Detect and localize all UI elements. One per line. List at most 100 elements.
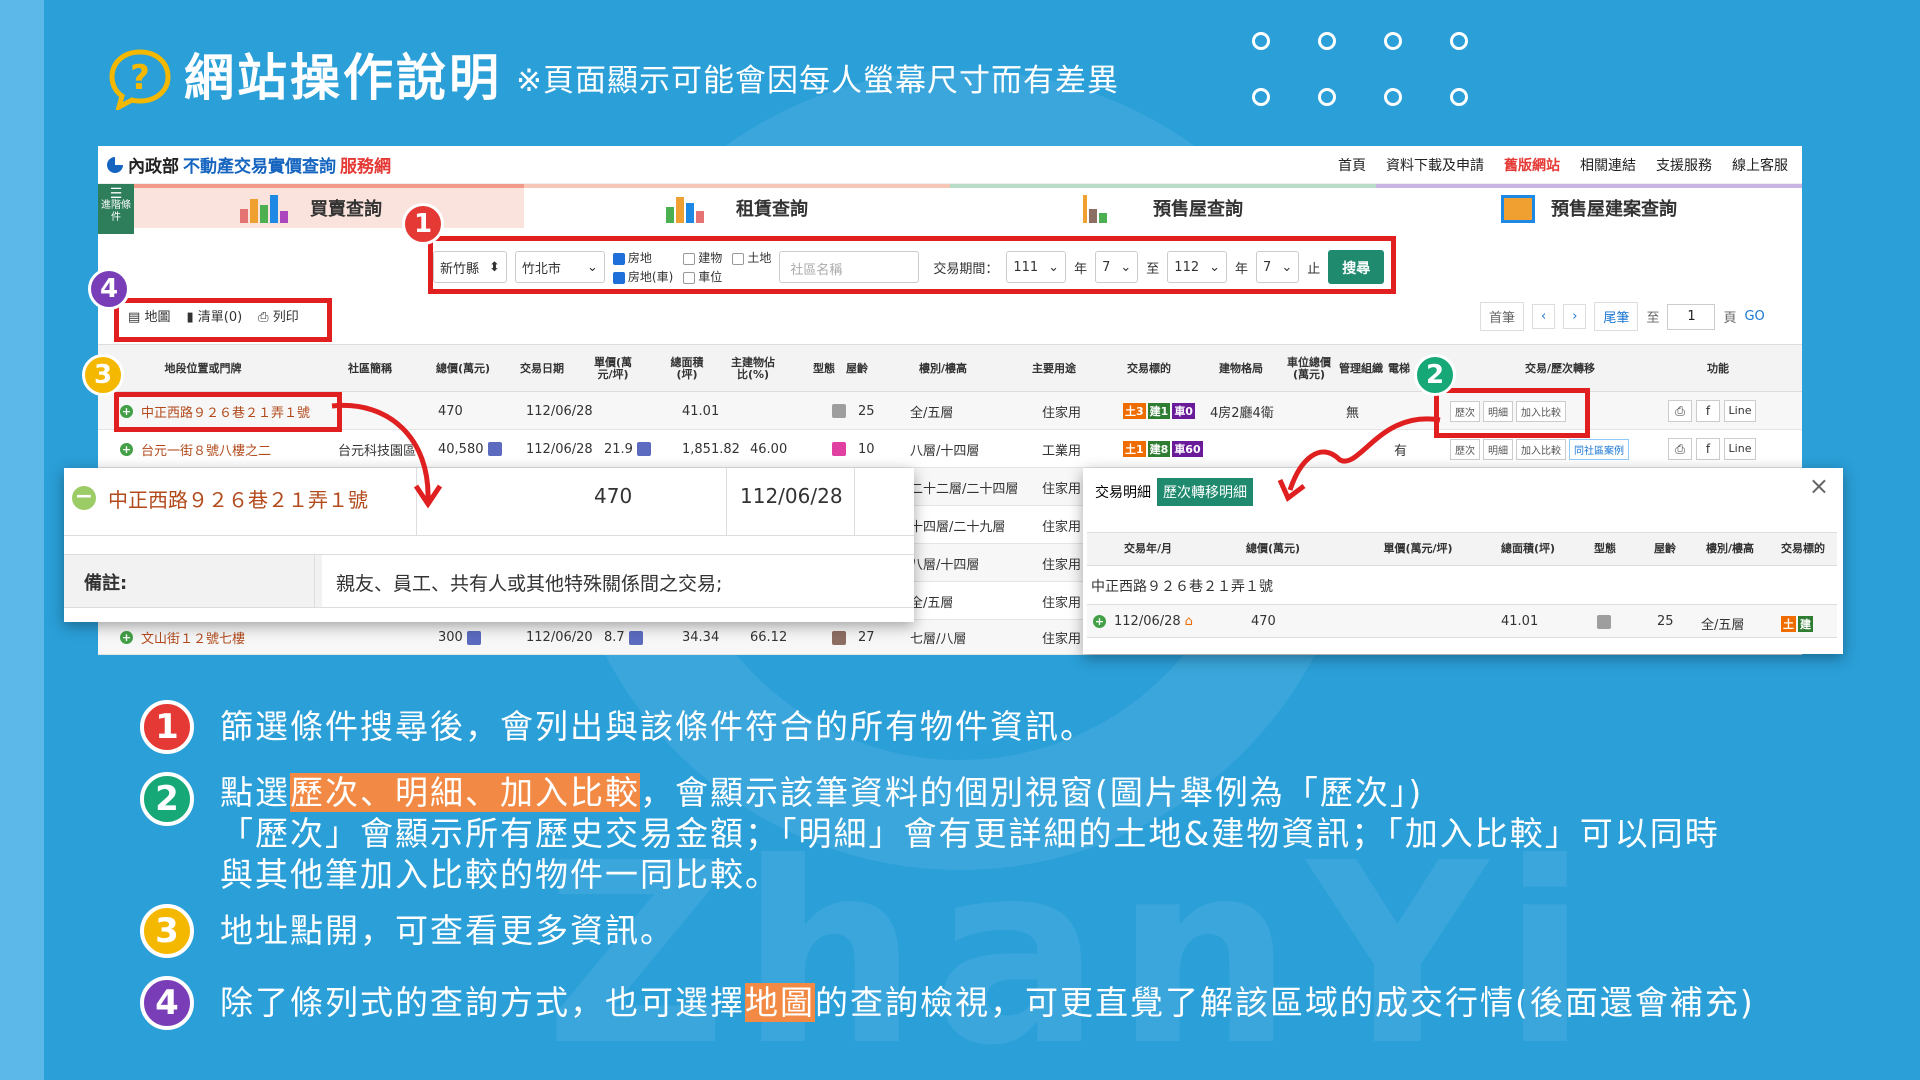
- tab-rent[interactable]: 租賃查詢: [524, 184, 950, 228]
- nav-home[interactable]: 首頁: [1338, 155, 1366, 175]
- print-icon[interactable]: ⎙: [1668, 400, 1692, 422]
- address-cell[interactable]: + 台元一街８號八樓之二: [120, 430, 271, 468]
- left-stripe: [0, 0, 44, 1080]
- detail-icon: [487, 442, 502, 456]
- col-area[interactable]: 總面積(坪): [662, 345, 712, 393]
- tab-transaction-detail[interactable]: 交易明細: [1089, 478, 1157, 506]
- badge-3: 3: [82, 354, 124, 396]
- badge-2: 2: [1414, 354, 1456, 396]
- decorative-dots: [1252, 32, 1468, 106]
- close-icon[interactable]: ×: [1809, 472, 1829, 500]
- tab-presale[interactable]: 預售屋查詢: [950, 184, 1376, 228]
- next-page-button[interactable]: ›: [1563, 304, 1587, 329]
- bullet-text: 地址點開，可查看更多資訊。: [220, 911, 675, 950]
- last-page-button[interactable]: 尾筆: [1594, 302, 1639, 331]
- bullet-number: 4: [140, 976, 194, 1030]
- prev-page-button[interactable]: ‹: [1532, 304, 1556, 329]
- city-icon: [240, 193, 300, 223]
- nav-support[interactable]: 支援服務: [1656, 155, 1712, 175]
- col-target: 交易標的: [1781, 542, 1825, 555]
- col-year-month[interactable]: 交易年/月: [1093, 532, 1203, 566]
- col-age[interactable]: 屋齡: [842, 345, 872, 393]
- col-transfer: 交易/歷次轉移: [1524, 362, 1596, 375]
- col-total[interactable]: 總價(萬元): [1233, 532, 1313, 566]
- facebook-icon[interactable]: f: [1696, 400, 1720, 422]
- tab-sale[interactable]: 買賣查詢: [98, 184, 524, 228]
- col-type[interactable]: 型態: [1585, 532, 1625, 566]
- target-badges: 土3 建1 車0: [1123, 403, 1195, 419]
- bullet-3: 3 地址點開，可查看更多資訊。: [140, 904, 675, 958]
- type-icon: [1597, 614, 1611, 633]
- col-layout: 建物格局: [1219, 362, 1263, 375]
- expand-icon[interactable]: +: [120, 442, 133, 456]
- buttons-highlight-box: [1434, 388, 1590, 438]
- advanced-filter-button[interactable]: ☰ 進階條件: [98, 184, 134, 234]
- search-tabs: 買賣查詢 租賃查詢 預售屋查詢 預售屋建案查詢: [98, 184, 1802, 228]
- badge-1: 1: [402, 203, 444, 245]
- buildings-icon: [666, 193, 726, 223]
- note-row: 備註: 親友、員工、共有人或其他特殊關係間之交易;: [64, 554, 914, 608]
- page-input[interactable]: 1: [1667, 303, 1716, 330]
- page-title: 網站操作說明: [184, 49, 502, 107]
- col-date[interactable]: 交易日期: [512, 345, 572, 393]
- note-value: 親友、員工、共有人或其他特殊關係間之交易;: [336, 573, 723, 595]
- tab-transfer-detail[interactable]: 歷次轉移明細: [1157, 478, 1253, 506]
- note-label: 備註:: [84, 573, 128, 594]
- detail-icon: [628, 630, 643, 645]
- col-type: 型態: [813, 362, 835, 375]
- print-icon[interactable]: ⎙: [1668, 438, 1692, 460]
- bullet-4: 4 除了條列式的查詢方式，也可選擇地圖的查詢檢視，可更直覺了解該區域的成交行情(…: [140, 976, 1755, 1030]
- highlight-history-detail-compare: 歷次、明細、加入比較: [290, 773, 640, 812]
- col-use[interactable]: 主要用途: [1024, 345, 1084, 393]
- col-address[interactable]: 地段位置或門牌: [98, 345, 308, 393]
- col-unit-price[interactable]: 單價(萬元/坪): [588, 345, 638, 393]
- collapse-icon[interactable]: −: [72, 486, 96, 510]
- type-icon: [828, 430, 846, 468]
- col-area[interactable]: 總面積(坪): [1493, 532, 1563, 566]
- svg-text:?: ?: [130, 58, 150, 98]
- col-parking: 車位總價(萬元): [1287, 356, 1331, 381]
- title-row: ? 網站操作說明 ※頁面顯示可能會因每人螢幕尺寸而有差異: [108, 46, 1119, 110]
- col-community[interactable]: 社區簡稱: [330, 345, 410, 393]
- compare-button[interactable]: 加入比較: [1516, 438, 1566, 460]
- nav-service[interactable]: 線上客服: [1732, 155, 1788, 175]
- filter-highlight-box: [428, 236, 1396, 294]
- bullet-text: 篩選條件搜尋後，會列出與該條件符合的所有物件資訊。: [220, 707, 1095, 746]
- badge-4: 4: [88, 268, 130, 310]
- tab-presale-project[interactable]: 預售屋建案查詢: [1376, 184, 1802, 228]
- crane-icon: [1083, 193, 1143, 223]
- expand-icon[interactable]: +: [120, 631, 133, 644]
- bullet-number: 1: [140, 700, 194, 754]
- bullet-2: 2 點選歷次、明細、加入比較，會顯示該筆資料的個別視窗(圖片舉例為「歷次」) 「…: [140, 772, 1720, 895]
- nav-download[interactable]: 資料下載及申請: [1386, 155, 1484, 175]
- popup-address: 中正西路９２６巷２１弄１號: [108, 488, 368, 512]
- line-button[interactable]: Line: [1724, 400, 1756, 422]
- pager-to-label: 至: [1646, 311, 1660, 326]
- col-ratio[interactable]: 主建物佔比(%): [726, 345, 780, 393]
- page-unit: 頁: [1723, 311, 1737, 326]
- col-target: 交易標的: [1127, 362, 1171, 375]
- site-logo[interactable]: 內政部 不動產交易實價查詢 服務網: [106, 152, 391, 177]
- col-unit-price[interactable]: 單價(萬元/坪): [1363, 532, 1473, 566]
- expand-icon[interactable]: +: [1093, 615, 1106, 628]
- popup-date: 112/06/28: [740, 484, 843, 508]
- facebook-icon[interactable]: f: [1696, 438, 1720, 460]
- detail-button[interactable]: 明細: [1483, 438, 1513, 460]
- history-button[interactable]: 歷次: [1450, 438, 1480, 460]
- nav-links[interactable]: 相關連結: [1580, 155, 1636, 175]
- go-button[interactable]: GO: [1744, 309, 1764, 324]
- first-page-button[interactable]: 首筆: [1480, 302, 1525, 331]
- target-badges: 土1 建8 車60: [1123, 441, 1203, 457]
- house-search-icon[interactable]: ⌂: [1185, 614, 1193, 629]
- page-subtitle: ※頁面顯示可能會因每人螢幕尺寸而有差異: [516, 63, 1119, 99]
- same-community-button[interactable]: 同社區案例: [1569, 438, 1629, 460]
- highlight-map: 地圖: [745, 983, 815, 1022]
- nav-old-site[interactable]: 舊版網站: [1504, 155, 1560, 175]
- popup-total: 470: [594, 484, 633, 508]
- target-badges: 土建: [1781, 616, 1813, 632]
- line-button[interactable]: Line: [1724, 438, 1756, 460]
- col-total[interactable]: 總價(萬元): [428, 345, 498, 393]
- bullet-1: 1 篩選條件搜尋後，會列出與該條件符合的所有物件資訊。: [140, 700, 1095, 754]
- popup-row: − 中正西路９２６巷２１弄１號 470 112/06/28: [64, 468, 914, 536]
- address-cell[interactable]: + 文山街１２號七樓: [120, 620, 245, 655]
